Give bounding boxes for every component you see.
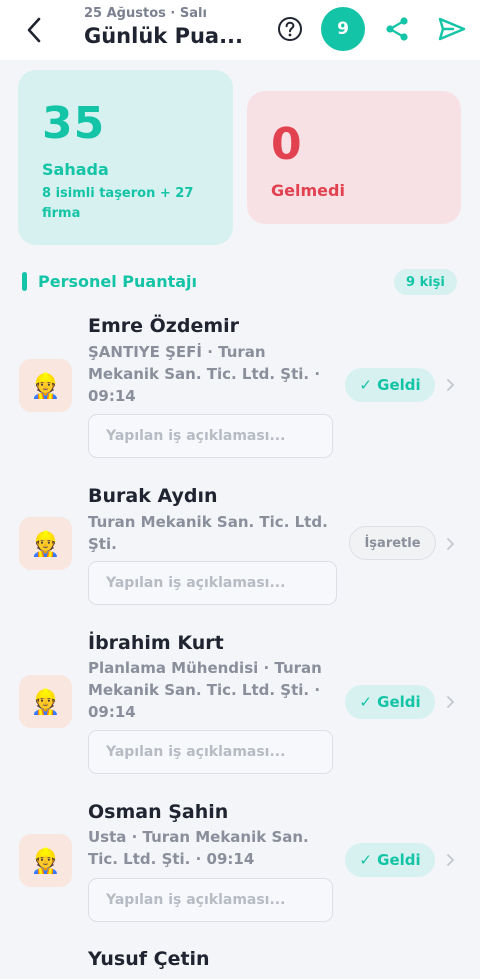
absent-count: 0: [271, 119, 302, 170]
work-description-input[interactable]: [88, 878, 333, 922]
help-button[interactable]: [276, 15, 304, 43]
present-label: Sahada: [42, 160, 109, 179]
avatar: 👷: [19, 517, 72, 570]
person-details: Turan Mekanik San. Tic. Ltd. Şti.: [88, 513, 328, 553]
mark-attendance-button[interactable]: İşaretle: [349, 526, 436, 560]
work-description-input[interactable]: [88, 730, 333, 774]
attendance-status-button[interactable]: ✓ Geldi: [345, 843, 435, 877]
chevron-right-icon[interactable]: [444, 853, 456, 867]
attendance-status-button[interactable]: ✓ Geldi: [345, 368, 435, 402]
person-name: İbrahim Kurt: [88, 632, 224, 654]
chevron-right-icon[interactable]: [444, 695, 456, 709]
status-label: ✓ Geldi: [359, 376, 421, 394]
absent-stat-card[interactable]: 0 Gelmedi: [247, 91, 461, 224]
attendance-status-button[interactable]: ✓ Geldi: [345, 685, 435, 719]
work-description-input[interactable]: [88, 561, 337, 605]
personnel-count-button[interactable]: 9: [321, 7, 365, 51]
person-name: Osman Şahin: [88, 801, 229, 823]
send-button[interactable]: [436, 14, 468, 44]
back-button[interactable]: [18, 14, 50, 46]
worker-icon: 👷: [30, 371, 61, 400]
person-name: Yusuf Çetin: [88, 948, 210, 970]
avatar: 👷: [19, 834, 72, 887]
help-circle-icon: [278, 17, 302, 41]
send-icon: [438, 17, 466, 41]
present-stat-card[interactable]: 35 Sahada 8 isimli taşeron + 27 firma: [18, 70, 233, 245]
section-title: Personel Puantajı: [38, 272, 197, 291]
share-button[interactable]: [382, 14, 412, 44]
absent-label: Gelmedi: [271, 181, 345, 200]
share-icon: [386, 17, 408, 41]
top-app-bar: 25 Ağustos · Salı Günlük Pua... 9: [0, 0, 480, 60]
worker-icon: 👷: [30, 687, 61, 716]
status-label: ✓ Geldi: [359, 693, 421, 711]
status-label: ✓ Geldi: [359, 851, 421, 869]
person-details: Usta · Turan Mekanik San. Tic. Ltd. Şti.…: [88, 828, 309, 868]
avatar: 👷: [19, 675, 72, 728]
person-details: ŞANTIYE ŞEFİ · Turan Mekanik San. Tic. L…: [88, 343, 321, 405]
worker-icon: 👷: [30, 529, 61, 558]
person-name: Burak Aydın: [88, 485, 218, 507]
section-accent-bar: [22, 272, 27, 291]
person-name: Emre Özdemir: [88, 315, 240, 337]
avatar: 👷: [19, 359, 72, 412]
chevron-right-icon[interactable]: [444, 378, 456, 392]
status-label: İşaretle: [364, 535, 421, 551]
work-description-input[interactable]: [88, 414, 333, 458]
header-date: 25 Ağustos · Salı: [84, 6, 207, 21]
present-count: 35: [42, 98, 106, 149]
back-arrow-icon: [27, 17, 41, 43]
chevron-right-icon[interactable]: [444, 537, 456, 551]
present-breakdown: 8 isimli taşeron + 27 firma: [42, 186, 194, 221]
worker-icon: 👷: [30, 846, 61, 875]
personnel-count-badge: 9 kişi: [394, 269, 457, 295]
person-details: Planlama Mühendisi · Turan Mekanik San. …: [88, 659, 322, 721]
page-title: Günlük Pua...: [84, 24, 244, 48]
